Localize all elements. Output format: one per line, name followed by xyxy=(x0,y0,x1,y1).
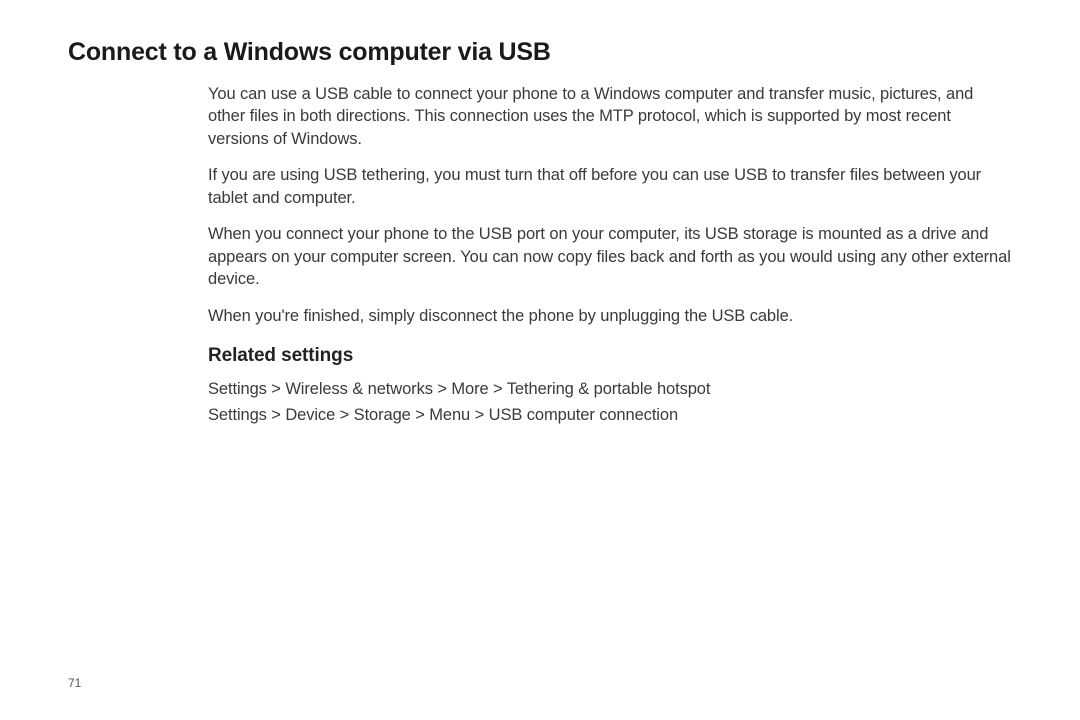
paragraph: You can use a USB cable to connect your … xyxy=(208,83,1012,150)
document-page: Connect to a Windows computer via USB Yo… xyxy=(0,0,1080,720)
paragraph: When you connect your phone to the USB p… xyxy=(208,223,1012,290)
settings-path: Settings > Device > Storage > Menu > USB… xyxy=(208,403,1012,429)
settings-path: Settings > Wireless & networks > More > … xyxy=(208,377,1012,403)
related-settings-heading: Related settings xyxy=(208,345,1012,367)
paragraph: When you're finished, simply disconnect … xyxy=(208,305,1012,327)
body-content: You can use a USB cable to connect your … xyxy=(208,83,1012,428)
page-title: Connect to a Windows computer via USB xyxy=(68,38,1012,67)
paragraph: If you are using USB tethering, you must… xyxy=(208,164,1012,209)
page-number: 71 xyxy=(68,676,81,690)
